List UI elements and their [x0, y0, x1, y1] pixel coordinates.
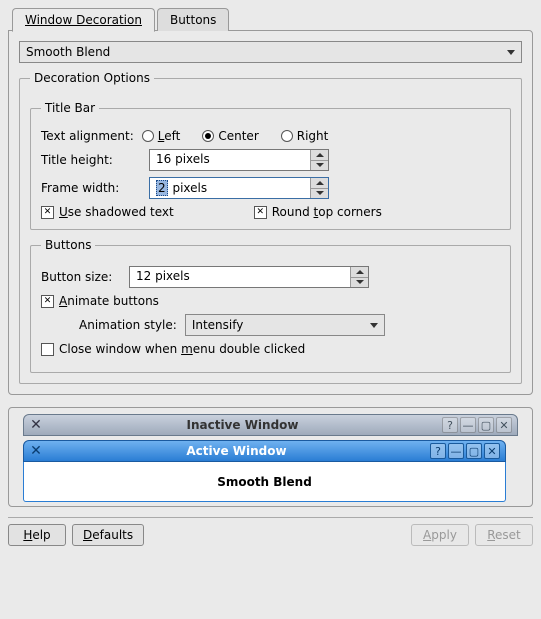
radio-icon: [142, 130, 154, 142]
tab-buttons[interactable]: Buttons: [157, 8, 229, 31]
button-size-value: 12 pixels: [130, 267, 350, 287]
theme-combo-value: Smooth Blend: [26, 45, 110, 59]
animation-style-row: Animation style: Intensify: [79, 314, 500, 336]
apply-button: Apply: [411, 524, 469, 546]
button-size-label: Button size:: [41, 270, 121, 284]
arrow-down-icon: [356, 280, 364, 284]
checkbox-icon: [41, 206, 54, 219]
active-titlebar: ✕ Active Window ? — ▢ ✕: [23, 440, 506, 462]
titlebar-legend: Title Bar: [41, 101, 99, 115]
spin-down-button[interactable]: [311, 161, 328, 171]
frame-width-label: Frame width:: [41, 181, 141, 195]
use-shadowed-text-checkbox[interactable]: Use shadowed text: [41, 205, 174, 219]
arrow-up-icon: [316, 181, 324, 185]
tab-window-decoration[interactable]: Window Decoration: [12, 8, 155, 32]
buttons-legend: Buttons: [41, 238, 95, 252]
tab-bar: Window Decoration Buttons: [8, 8, 533, 31]
spin-up-button[interactable]: [311, 178, 328, 189]
align-center-radio[interactable]: Center: [202, 129, 258, 143]
preview-active-window: ✕ Active Window ? — ▢ ✕ Smooth Blend: [23, 440, 506, 502]
align-left-radio[interactable]: Left: [142, 129, 181, 143]
round-top-corners-checkbox[interactable]: Round top corners: [254, 205, 382, 219]
sysmenu-icon: ✕: [28, 417, 44, 433]
arrow-up-icon: [316, 153, 324, 157]
close-icon: ✕: [484, 443, 500, 459]
inactive-window-title: Inactive Window: [44, 418, 441, 432]
maximize-icon: ▢: [478, 417, 494, 433]
radio-icon: [281, 130, 293, 142]
chevron-down-icon: [507, 50, 515, 55]
button-size-spin[interactable]: 12 pixels: [129, 266, 369, 288]
title-height-value: 16 pixels: [150, 150, 310, 170]
spin-down-button[interactable]: [351, 278, 368, 288]
animate-buttons-checkbox[interactable]: Animate buttons: [41, 294, 159, 308]
tab-label: Buttons: [170, 13, 216, 27]
inactive-titlebar: ✕ Inactive Window ? — ▢ ✕: [23, 414, 518, 436]
theme-combo[interactable]: Smooth Blend: [19, 41, 522, 63]
title-height-spin[interactable]: 16 pixels: [149, 149, 329, 171]
maximize-icon: ▢: [466, 443, 482, 459]
reset-button: Reset: [475, 524, 533, 546]
buttons-group: Buttons Button size: 12 pixels Animate b…: [30, 238, 511, 373]
arrow-down-icon: [316, 191, 324, 195]
frame-width-row: Frame width: 2 pixels: [41, 177, 500, 199]
chevron-down-icon: [370, 323, 378, 328]
animation-style-combo[interactable]: Intensify: [185, 314, 385, 336]
spin-up-button[interactable]: [351, 267, 368, 278]
text-alignment-row: Text alignment: Left Center Right: [41, 129, 500, 143]
close-on-menu-dblclick-checkbox[interactable]: Close window when menu double clicked: [41, 342, 305, 356]
spin-down-button[interactable]: [311, 189, 328, 199]
radio-icon: [202, 130, 214, 142]
defaults-button[interactable]: Defaults: [72, 524, 144, 546]
checkbox-icon: [41, 343, 54, 356]
checkbox-icon: [254, 206, 267, 219]
titlebar-group: Title Bar Text alignment: Left Center Ri…: [30, 101, 511, 230]
arrow-down-icon: [316, 163, 324, 167]
animation-style-label: Animation style:: [79, 318, 177, 332]
title-height-label: Title height:: [41, 153, 141, 167]
align-right-radio[interactable]: Right: [281, 129, 329, 143]
help-button[interactable]: Help: [8, 524, 66, 546]
frame-width-spin[interactable]: 2 pixels: [149, 177, 329, 199]
decoration-options-group: Decoration Options Title Bar Text alignm…: [19, 71, 522, 384]
title-height-row: Title height: 16 pixels: [41, 149, 500, 171]
sysmenu-icon: ✕: [28, 443, 44, 459]
tab-label: Window Decoration: [25, 13, 142, 27]
text-alignment-label: Text alignment:: [41, 129, 134, 143]
preview-area: ✕ Inactive Window ? — ▢ ✕ ✕ Active Windo…: [8, 407, 533, 507]
help-icon: ?: [430, 443, 446, 459]
spin-up-button[interactable]: [311, 150, 328, 161]
footer-buttons: Help Defaults Apply Reset: [8, 524, 533, 546]
frame-width-value: 2 pixels: [150, 178, 310, 198]
active-window-title: Active Window: [44, 444, 429, 458]
checkbox-icon: [41, 295, 54, 308]
separator: [8, 517, 533, 518]
preview-body-text: Smooth Blend: [23, 462, 506, 502]
animation-style-value: Intensify: [192, 318, 244, 332]
decoration-options-legend: Decoration Options: [30, 71, 154, 85]
frame-width-num: 2: [156, 180, 168, 196]
help-icon: ?: [442, 417, 458, 433]
arrow-up-icon: [356, 270, 364, 274]
preview-inactive-window: ✕ Inactive Window ? — ▢ ✕: [23, 414, 518, 436]
minimize-icon: —: [460, 417, 476, 433]
close-icon: ✕: [496, 417, 512, 433]
button-size-row: Button size: 12 pixels: [41, 266, 500, 288]
minimize-icon: —: [448, 443, 464, 459]
decoration-panel: Smooth Blend Decoration Options Title Ba…: [8, 30, 533, 395]
